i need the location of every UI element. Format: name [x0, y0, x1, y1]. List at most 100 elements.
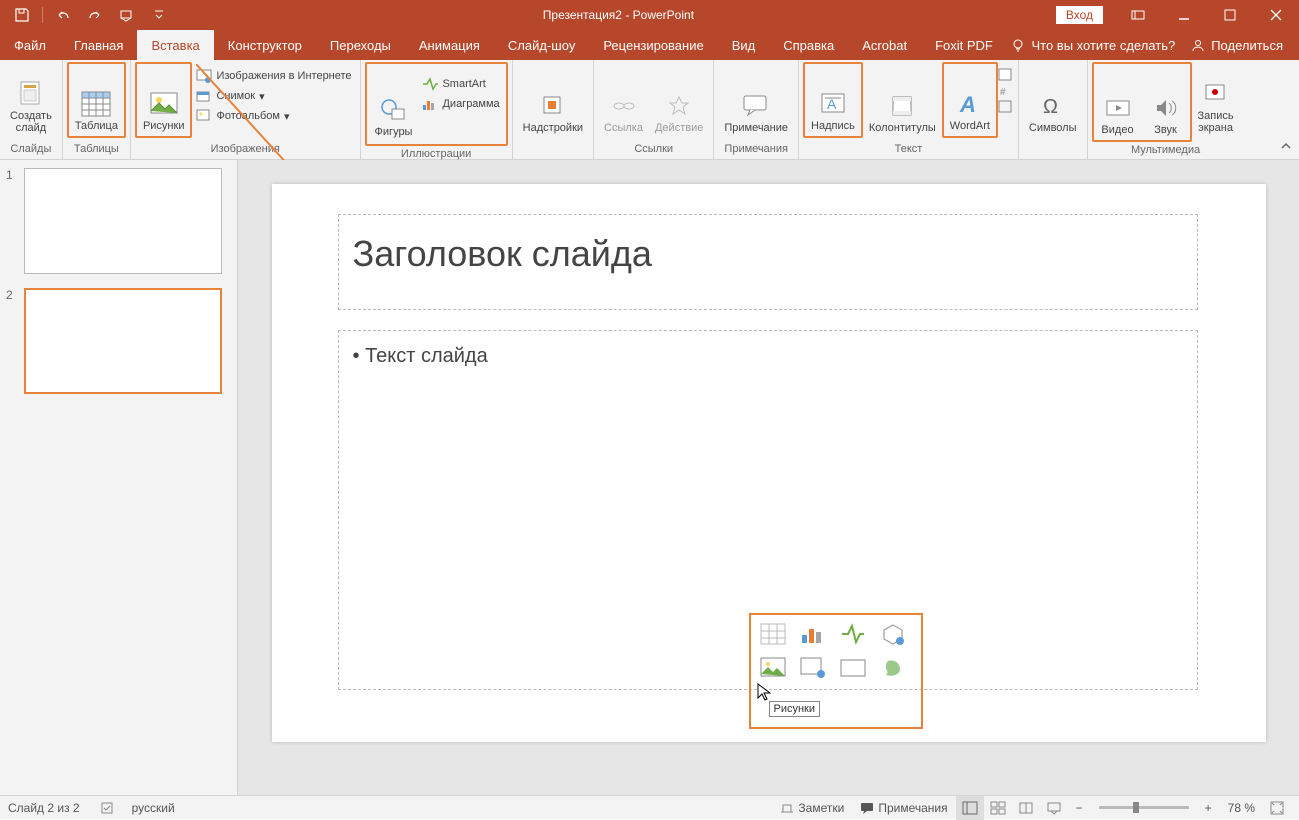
object-icon[interactable] — [998, 100, 1014, 114]
slide-canvas-area[interactable]: Заголовок слайда Текст слайда Рисун — [238, 160, 1299, 795]
tab-acrobat[interactable]: Acrobat — [848, 30, 921, 60]
comment-button[interactable]: Примечание — [718, 62, 794, 138]
symbols-button[interactable]: Ω Символы — [1023, 62, 1083, 138]
group-comments-label: Примечания — [718, 141, 794, 159]
group-tables: Таблица Таблицы — [63, 60, 131, 159]
collapse-ribbon-button[interactable] — [1277, 137, 1295, 155]
slide-counter[interactable]: Слайд 2 из 2 — [8, 801, 80, 815]
content-placeholder[interactable]: Текст слайда Рисунки — [338, 330, 1198, 690]
zoom-out-button[interactable]: − — [1068, 796, 1091, 820]
maximize-button[interactable] — [1207, 0, 1253, 30]
tab-review[interactable]: Рецензирование — [589, 30, 717, 60]
link-button[interactable]: Ссылка — [598, 62, 649, 138]
textbox-icon: A — [817, 88, 849, 120]
photo-album-button[interactable]: Фотоальбом ▾ — [192, 106, 355, 126]
tab-home[interactable]: Главная — [60, 30, 137, 60]
ribbon-options-button[interactable] — [1115, 0, 1161, 30]
online-pictures-button[interactable]: Изображения в Интернете — [192, 66, 355, 86]
start-from-beginning-button[interactable] — [113, 3, 141, 27]
chart-button[interactable]: Диаграмма — [418, 94, 503, 114]
group-addins: Надстройки — [513, 60, 594, 159]
sign-in-button[interactable]: Вход — [1056, 6, 1103, 24]
screenshot-button[interactable]: Снимок ▾ — [192, 86, 355, 106]
tab-file[interactable]: Файл — [0, 30, 60, 60]
normal-view-button[interactable] — [956, 796, 984, 820]
zoom-in-button[interactable]: + — [1197, 796, 1220, 820]
spellcheck-icon[interactable] — [92, 796, 124, 820]
slide-number-icon[interactable]: # — [998, 84, 1014, 98]
tab-insert[interactable]: Вставка — [137, 30, 213, 60]
group-images: Рисунки Изображения в Интернете Снимок ▾… — [131, 60, 361, 159]
pictures-button[interactable]: Рисунки — [135, 62, 193, 138]
insert-online-picture-icon[interactable] — [797, 655, 829, 681]
app-name: PowerPoint — [633, 8, 694, 22]
sorter-view-button[interactable] — [984, 796, 1012, 820]
share-button[interactable]: Поделиться — [1191, 38, 1283, 53]
date-icon[interactable] — [998, 68, 1014, 82]
insert-smartart-icon[interactable] — [837, 621, 869, 647]
tab-animations[interactable]: Анимация — [405, 30, 494, 60]
insert-icon-icon[interactable] — [877, 655, 909, 681]
action-button[interactable]: Действие — [649, 62, 709, 138]
chart-icon — [422, 96, 438, 112]
insert-3d-icon[interactable] — [877, 621, 909, 647]
tell-me-search[interactable]: Что вы хотите сделать? — [1011, 38, 1175, 53]
fit-to-window-button[interactable] — [1263, 796, 1291, 820]
quick-access-toolbar — [0, 3, 181, 27]
header-footer-button[interactable]: Колонтитулы — [863, 62, 942, 138]
group-media: Видео Звук Запись экрана Мультимедиа — [1088, 60, 1244, 159]
qat-customize-button[interactable] — [145, 3, 173, 27]
tab-foxit[interactable]: Foxit PDF — [921, 30, 1007, 60]
textbox-button[interactable]: A Надпись — [803, 62, 863, 138]
slide[interactable]: Заголовок слайда Текст слайда Рисун — [272, 184, 1266, 742]
zoom-slider[interactable] — [1099, 806, 1189, 809]
insert-chart-icon[interactable] — [797, 621, 829, 647]
insert-video-icon[interactable] — [837, 655, 869, 681]
thumbnail-1[interactable]: 1 — [6, 168, 231, 274]
screen-record-button[interactable]: Запись экрана — [1192, 62, 1240, 138]
group-comments: Примечание Примечания — [714, 60, 799, 159]
header-icon — [886, 90, 918, 122]
tab-transitions[interactable]: Переходы — [316, 30, 405, 60]
insert-picture-icon[interactable] — [757, 655, 789, 681]
tab-help[interactable]: Справка — [769, 30, 848, 60]
tab-slideshow[interactable]: Слайд-шоу — [494, 30, 589, 60]
wordart-icon: A — [954, 88, 986, 120]
language-button[interactable]: русский — [132, 801, 175, 815]
video-button[interactable]: Видео — [1094, 64, 1142, 140]
notes-button[interactable]: Заметки — [772, 796, 852, 820]
person-icon — [1191, 38, 1205, 52]
smartart-button[interactable]: SmartArt — [418, 74, 503, 94]
tab-view[interactable]: Вид — [718, 30, 770, 60]
tab-design[interactable]: Конструктор — [214, 30, 316, 60]
share-label: Поделиться — [1211, 38, 1283, 53]
minimize-button[interactable] — [1161, 0, 1207, 30]
redo-button[interactable] — [81, 3, 109, 27]
shapes-label: Фигуры — [375, 126, 413, 138]
undo-button[interactable] — [49, 3, 77, 27]
new-slide-button[interactable]: Создать слайд — [4, 62, 58, 138]
addins-button[interactable]: Надстройки — [517, 62, 589, 138]
audio-button[interactable]: Звук — [1142, 64, 1190, 140]
table-label: Таблица — [75, 120, 118, 132]
group-symbols: Ω Символы — [1019, 60, 1088, 159]
shapes-button[interactable]: Фигуры — [369, 66, 419, 142]
table-button[interactable]: Таблица — [67, 62, 126, 138]
zoom-level[interactable]: 78 % — [1228, 801, 1255, 815]
title-placeholder[interactable]: Заголовок слайда — [338, 214, 1198, 310]
save-button[interactable] — [8, 3, 36, 27]
addins-icon — [537, 90, 569, 122]
close-button[interactable] — [1253, 0, 1299, 30]
tooltip: Рисунки — [769, 701, 821, 717]
wordart-button[interactable]: A WordArt — [942, 62, 998, 138]
reading-view-button[interactable] — [1012, 796, 1040, 820]
slideshow-view-button[interactable] — [1040, 796, 1068, 820]
comments-button[interactable]: Примечания — [852, 796, 955, 820]
audio-icon — [1150, 92, 1182, 124]
table-icon — [80, 88, 112, 120]
slide-thumbnails: 1 2 — [0, 160, 238, 795]
insert-table-icon[interactable] — [757, 621, 789, 647]
thumbnail-2[interactable]: 2 — [6, 288, 231, 394]
group-slides: Создать слайд Слайды — [0, 60, 63, 159]
action-icon — [663, 90, 695, 122]
